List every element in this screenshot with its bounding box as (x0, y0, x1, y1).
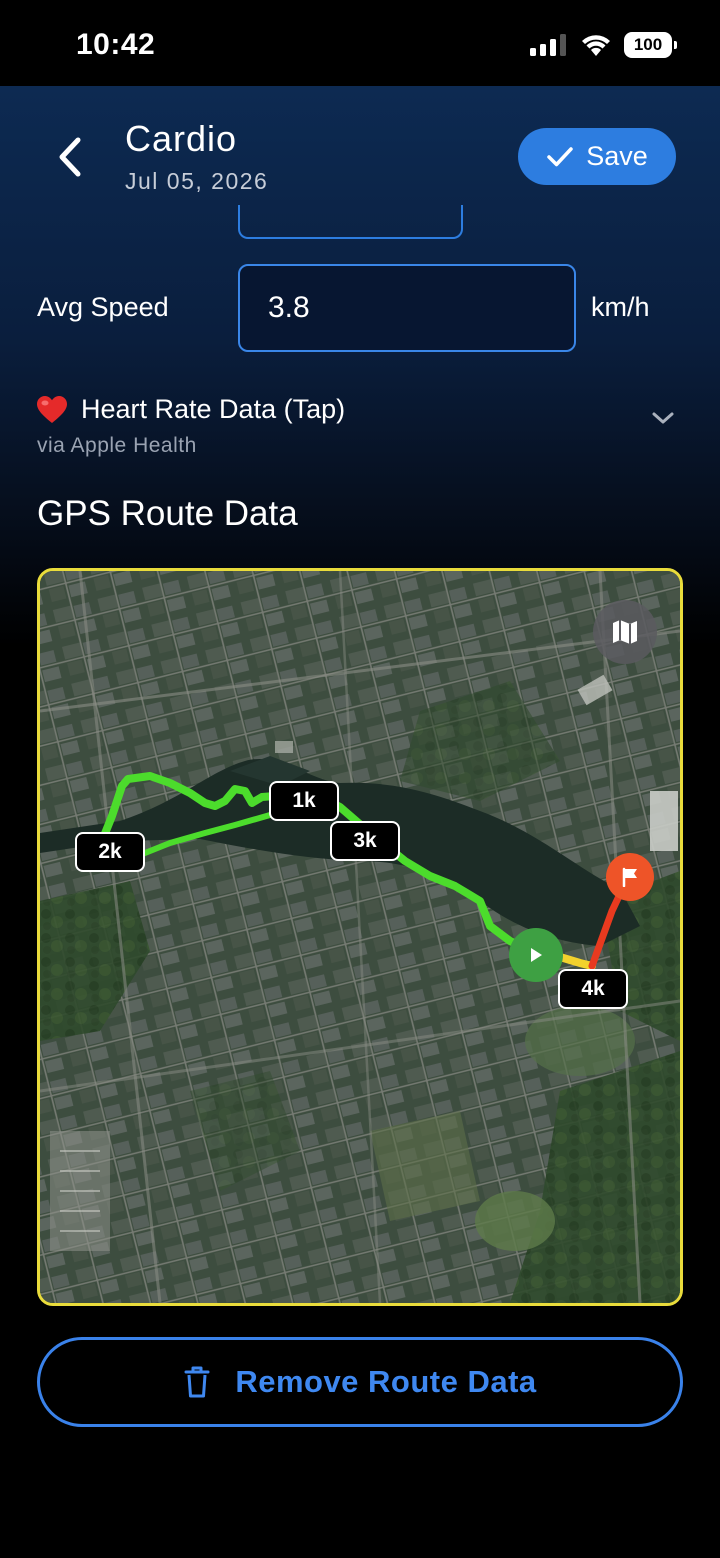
play-icon (531, 948, 542, 962)
avg-speed-label: Avg Speed (37, 292, 169, 322)
map-icon (613, 620, 637, 644)
avg-speed-input[interactable]: 3.8 (238, 264, 576, 352)
heart-rate-data-row[interactable]: Heart Rate Data (Tap) via Apple Health (37, 392, 685, 464)
save-button[interactable]: Save (518, 128, 676, 185)
route-finish-marker (606, 853, 654, 901)
battery-indicator: 100 (624, 32, 677, 58)
remove-route-button[interactable]: Remove Route Data (37, 1337, 683, 1427)
status-icons: 100 (530, 32, 677, 58)
gps-route-line (98, 772, 632, 970)
heart-icon (37, 396, 67, 423)
trash-icon (184, 1366, 210, 1398)
map-style-toggle[interactable] (593, 600, 657, 664)
flag-icon (622, 867, 637, 887)
avg-speed-unit: km/h (591, 292, 650, 322)
chevron-down-icon (652, 412, 674, 424)
chevron-left-icon (59, 137, 81, 177)
route-map[interactable]: 1k 2k 3k 4k (37, 568, 683, 1306)
route-start-marker (509, 928, 563, 982)
wifi-icon (582, 35, 610, 56)
gps-section-title: GPS Route Data (37, 494, 298, 533)
workout-date: Jul 05, 2026 (125, 168, 269, 194)
status-bar: 10:42 100 (0, 0, 720, 86)
save-button-label: Save (586, 141, 648, 171)
km-marker: 3k (330, 821, 400, 861)
status-time: 10:42 (76, 28, 156, 61)
workout-edit-screen: 10:42 100 Cardio Jul 05, 2026 Save Avg S… (0, 0, 720, 1558)
heart-rate-title: Heart Rate Data (Tap) (81, 394, 346, 424)
km-marker: 1k (269, 781, 339, 821)
remove-route-label: Remove Route Data (235, 1364, 537, 1399)
km-marker: 2k (75, 832, 145, 872)
cellular-signal-icon (530, 34, 566, 56)
previous-field-input[interactable] (238, 205, 463, 239)
checkmark-icon (547, 146, 573, 166)
km-marker: 4k (558, 969, 628, 1009)
heart-rate-source: via Apple Health (37, 434, 197, 457)
back-button[interactable] (50, 132, 90, 182)
page-title: Cardio (125, 118, 238, 159)
